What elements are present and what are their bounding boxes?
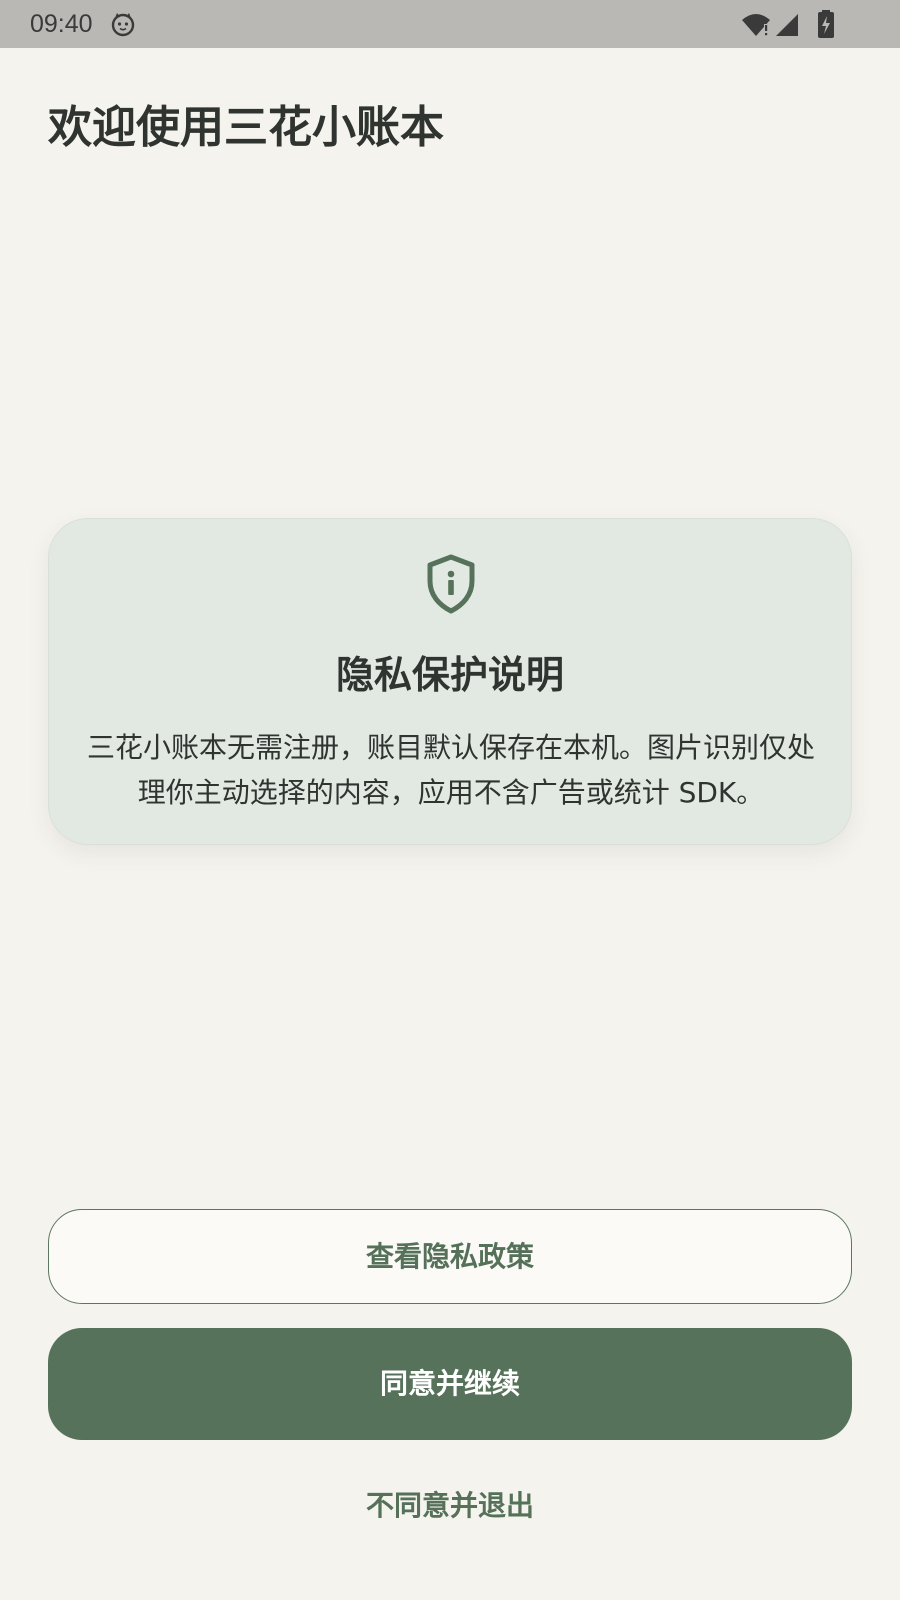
status-bar: 09:40 bbox=[0, 0, 900, 48]
status-time: 09:40 bbox=[30, 10, 93, 38]
page-title: 欢迎使用三花小账本 bbox=[48, 102, 444, 153]
agree-and-continue-button[interactable]: 同意并继续 bbox=[48, 1328, 852, 1440]
card-title: 隐私保护说明 bbox=[335, 653, 564, 697]
shield-info-icon bbox=[427, 554, 475, 614]
view-privacy-policy-button[interactable]: 查看隐私政策 bbox=[48, 1209, 852, 1304]
cellular-signal-icon bbox=[776, 14, 798, 36]
battery-charging-icon bbox=[818, 10, 834, 38]
privacy-card: 隐私保护说明 三花小账本无需注册，账目默认保存在本机。图片识别仅处理你主动选择的… bbox=[48, 518, 852, 845]
wifi-warning-icon bbox=[742, 14, 770, 36]
cat-face-icon bbox=[111, 13, 135, 37]
card-body: 三花小账本无需注册，账目默认保存在本机。图片识别仅处理你主动选择的内容，应用不含… bbox=[86, 731, 815, 809]
system-status-icons bbox=[742, 10, 834, 38]
disagree-and-exit-button[interactable]: 不同意并退出 bbox=[48, 1478, 852, 1534]
